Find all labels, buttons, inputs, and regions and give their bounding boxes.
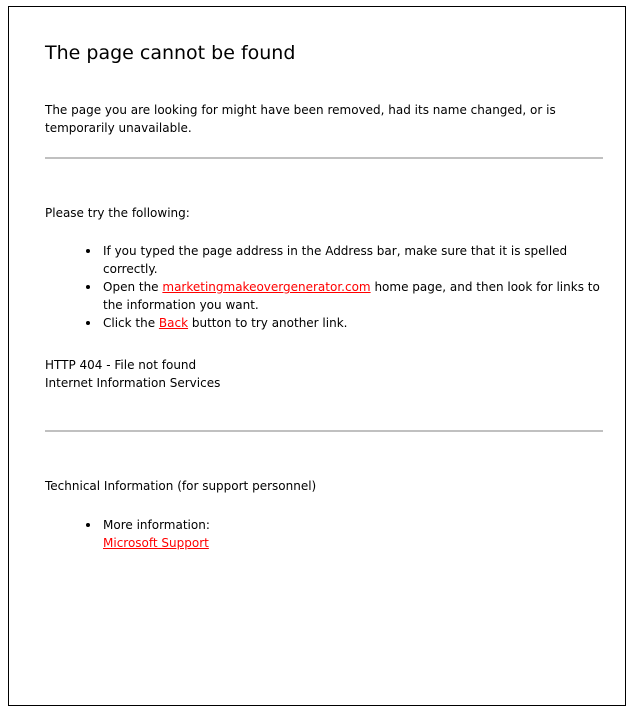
home-page-link[interactable]: marketingmakeovergenerator.com (162, 280, 370, 294)
divider (45, 157, 603, 159)
suggestion-text: button to try another link. (188, 316, 348, 330)
suggestion-text: If you typed the page address in the Add… (103, 244, 568, 276)
page-frame: The page cannot be found The page you ar… (8, 6, 626, 706)
suggestion-item: Click the Back button to try another lin… (86, 314, 605, 332)
suggestion-item: Open the marketingmakeovergenerator.com … (86, 278, 605, 314)
error-content: The page cannot be found The page you ar… (45, 41, 605, 552)
suggestion-text: Open the (103, 280, 163, 294)
server-name: Internet Information Services (45, 376, 221, 390)
try-heading: Please try the following: (45, 206, 190, 220)
back-link[interactable]: Back (159, 316, 188, 330)
tech-heading: Technical Information (for support perso… (45, 479, 317, 493)
divider (45, 430, 603, 432)
microsoft-support-link[interactable]: Microsoft Support (103, 536, 209, 550)
tech-list: More information: Microsoft Support (45, 516, 605, 552)
error-code: HTTP 404 - File not found (45, 358, 197, 372)
suggestion-list: If you typed the page address in the Add… (45, 242, 605, 332)
page-title: The page cannot be found (45, 42, 296, 64)
suggestion-text: Click the (103, 316, 159, 330)
tech-item: More information: Microsoft Support (86, 516, 605, 552)
intro-text: The page you are looking for might have … (45, 103, 556, 135)
suggestion-item: If you typed the page address in the Add… (86, 242, 605, 278)
more-info-label: More information: (103, 518, 210, 532)
